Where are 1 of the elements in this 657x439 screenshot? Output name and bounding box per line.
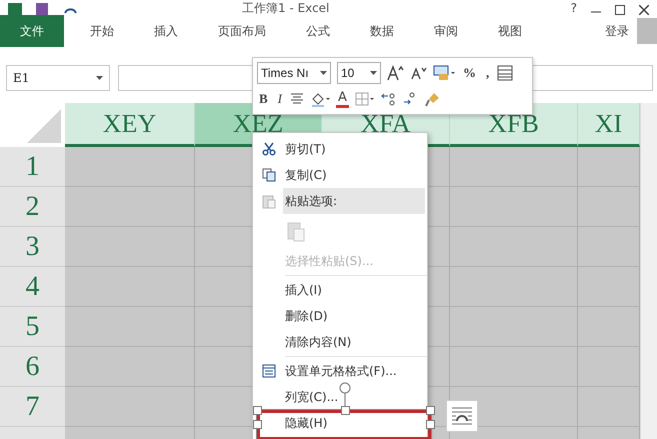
window-title: 工作簿1 - Excel bbox=[242, 2, 330, 15]
